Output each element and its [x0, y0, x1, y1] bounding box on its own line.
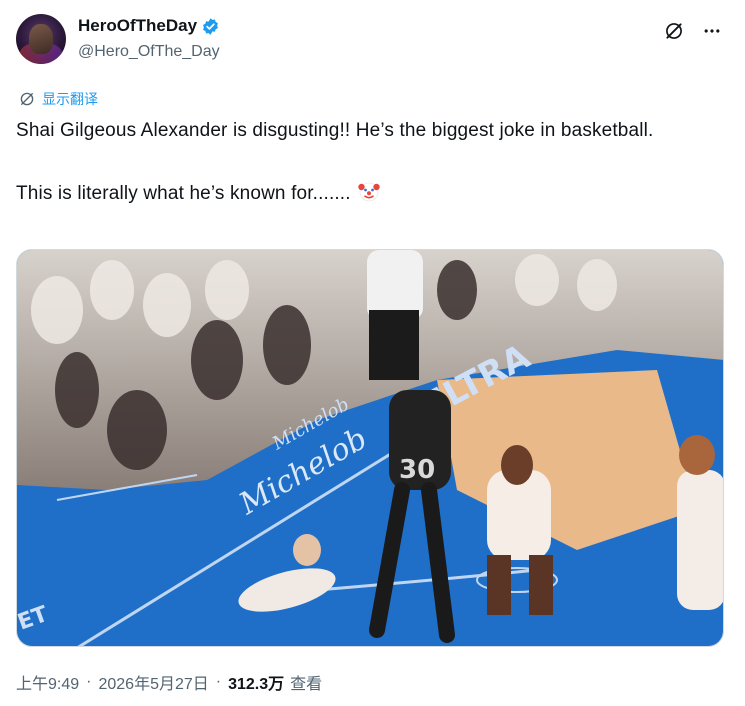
views-count: 312.3万 [228, 676, 285, 693]
show-translation-link[interactable]: 显示翻译 [18, 89, 98, 109]
translate-icon [20, 92, 34, 106]
basketball-court-scene: ULTRA Michelob Michelob 30 ET [17, 250, 723, 646]
tweet-header: HeroOfTheDay @Hero_OfThe_Day [16, 14, 729, 68]
meta-separator-1: · [86, 673, 92, 690]
jersey-number: 30 [399, 455, 435, 485]
tweet-line-2: This is literally what he’s known for...… [16, 183, 351, 204]
handle[interactable]: @Hero_OfThe_Day [78, 43, 220, 61]
show-translation-label: 显示翻译 [42, 91, 98, 107]
referee-shirt [367, 250, 423, 320]
grok-slash-icon[interactable] [663, 20, 685, 42]
tweet-line-1: Shai Gilgeous Alexander is disgusting!! … [16, 120, 654, 141]
clown-face-emoji-icon [357, 182, 380, 202]
meta-separator-2: · [215, 673, 222, 690]
avatar[interactable] [16, 14, 66, 64]
tweet-media-image[interactable]: ULTRA Michelob Michelob 30 ET [16, 249, 724, 647]
more-horizontal-icon[interactable] [701, 20, 723, 42]
tweet-time[interactable]: 上午9:49 [16, 670, 79, 694]
name-row: HeroOfTheDay [78, 16, 220, 36]
tweet-meta: 上午9:49 · 2026年5月27日 · 312.3万 查看 [16, 670, 322, 694]
views-label: 查看 [290, 676, 323, 693]
avatar-face [29, 24, 53, 54]
tweet-text: Shai Gilgeous Alexander is disgusting!! … [16, 117, 706, 208]
tweet-date[interactable]: 2026年5月27日 [98, 670, 208, 694]
verified-badge-icon [203, 17, 218, 35]
tweet-line-2-wrap: This is literally what he’s known for...… [16, 179, 706, 208]
top-actions [663, 20, 723, 42]
display-name[interactable]: HeroOfTheDay [78, 16, 197, 36]
